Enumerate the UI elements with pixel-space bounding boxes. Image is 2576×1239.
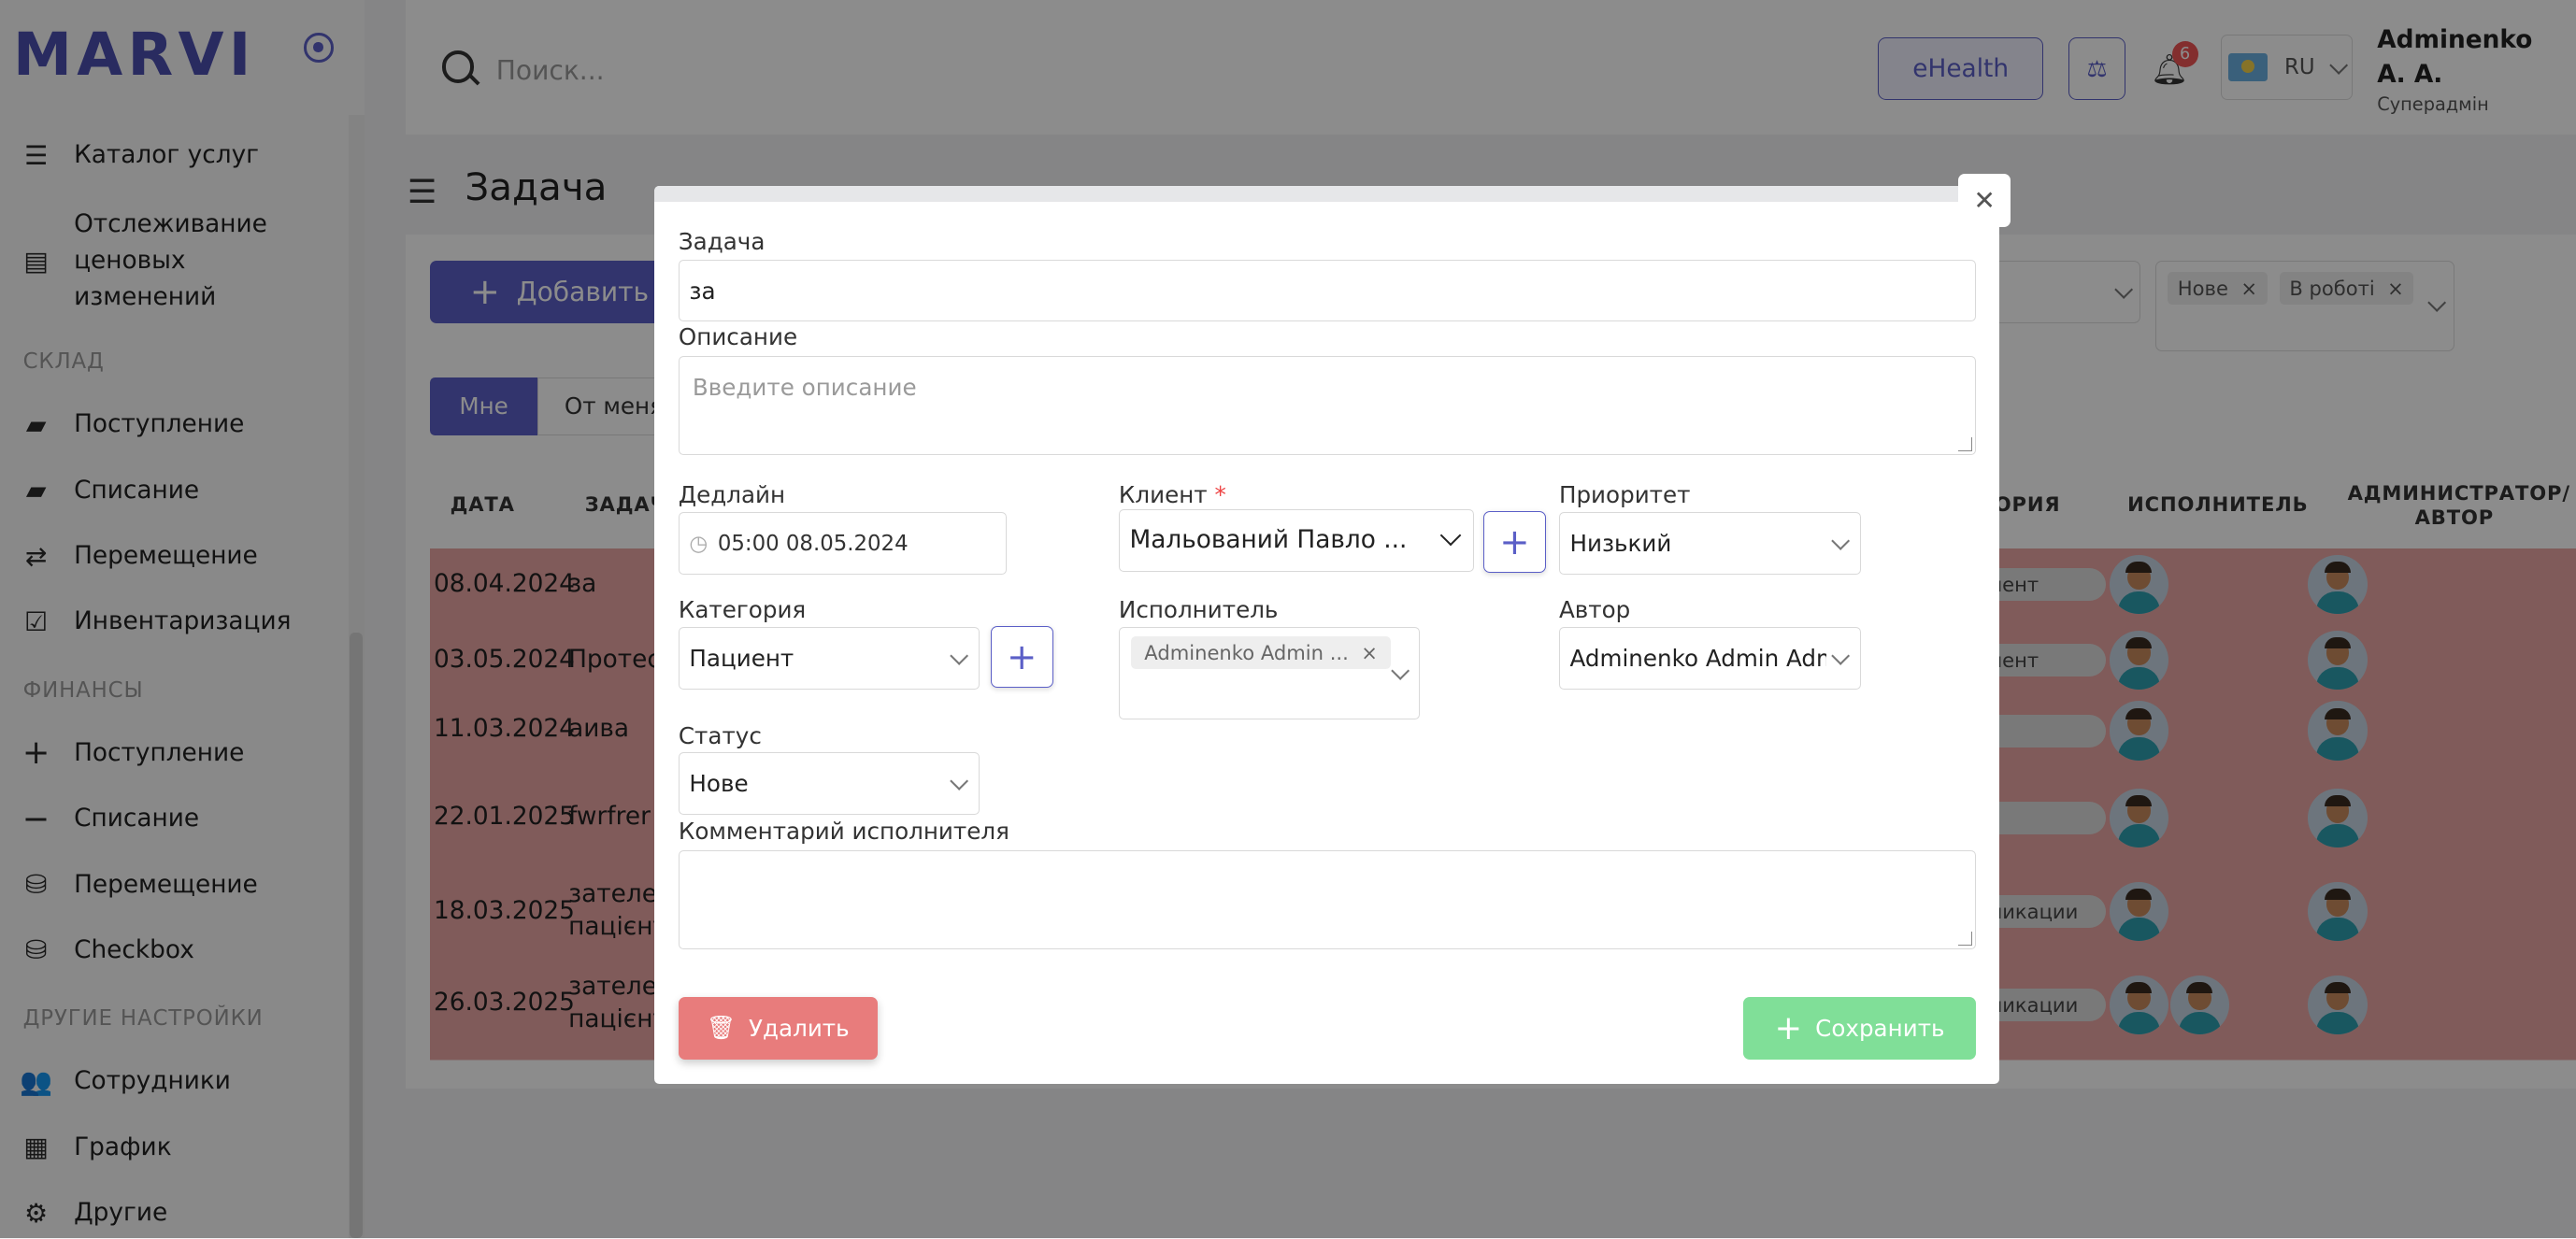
plus-icon: + — [1499, 520, 1530, 563]
delete-button-label: Удалить — [749, 1014, 850, 1042]
clock-icon: ◷ — [689, 531, 708, 556]
client-select[interactable]: Мальований Павло ... — [1118, 508, 1474, 572]
plus-icon: + — [1007, 635, 1038, 678]
task-input-value: за — [689, 277, 716, 305]
description-label: Описание — [678, 323, 798, 351]
task-label: Задача — [678, 228, 766, 256]
resize-handle-icon[interactable] — [1958, 931, 1973, 946]
executor-comment-textarea[interactable] — [678, 850, 1977, 949]
chevron-down-icon — [1831, 532, 1851, 551]
task-input[interactable]: за — [678, 259, 1977, 322]
author-label: Автор — [1558, 596, 1631, 623]
category-select[interactable]: Пациент — [678, 627, 980, 691]
trash-icon: 🗑︎ — [706, 1014, 736, 1042]
executor-label: Исполнитель — [1118, 596, 1279, 623]
executor-multiselect[interactable]: Adminenko Admin ... × — [1118, 627, 1420, 719]
chevron-down-icon — [1831, 647, 1851, 666]
category-label: Категория — [678, 596, 807, 623]
resize-handle-icon[interactable] — [1958, 436, 1973, 451]
save-button-label: Сохранить — [1815, 1014, 1945, 1042]
client-label-text: Клиент — [1118, 480, 1208, 508]
chevron-down-icon — [1439, 524, 1462, 547]
deadline-value: 05:00 08.05.2024 — [717, 531, 909, 556]
status-label: Статус — [678, 722, 762, 750]
author-select[interactable]: Adminenko Admin Adm — [1558, 627, 1862, 691]
close-button[interactable]: ✕ — [1958, 174, 2011, 227]
chevron-down-icon — [949, 647, 968, 666]
add-category-button[interactable]: + — [990, 625, 1053, 689]
plus-icon: + — [1774, 1008, 1803, 1047]
description-placeholder: Введите описание — [692, 373, 917, 401]
save-button[interactable]: + Сохранить — [1742, 996, 1977, 1060]
delete-button[interactable]: 🗑︎ Удалить — [678, 996, 878, 1060]
description-textarea[interactable]: Введите описание — [678, 356, 1977, 455]
status-select[interactable]: Нове — [678, 751, 980, 815]
modal-header-bar — [653, 185, 1999, 203]
deadline-picker[interactable]: ◷ 05:00 08.05.2024 — [678, 512, 1008, 576]
chevron-down-icon — [1391, 662, 1410, 681]
status-value: Нове — [689, 769, 749, 797]
executor-comment-label: Комментарий исполнителя — [678, 818, 1009, 846]
remove-tag-icon[interactable]: × — [1361, 641, 1378, 664]
client-value: Мальований Павло ... — [1129, 526, 1408, 555]
priority-label: Приоритет — [1558, 480, 1691, 508]
category-value: Пациент — [689, 645, 794, 673]
client-label: Клиент * — [1119, 481, 1226, 508]
close-icon: ✕ — [1973, 184, 1996, 216]
tag-label: Adminenko Admin ... — [1144, 641, 1349, 665]
required-asterisk: * — [1214, 480, 1226, 508]
add-client-button[interactable]: + — [1483, 510, 1546, 574]
priority-value: Низький — [1569, 530, 1672, 558]
chevron-down-icon — [949, 771, 968, 791]
executor-tag[interactable]: Adminenko Admin ... × — [1131, 636, 1391, 670]
deadline-label: Дедлайн — [678, 480, 786, 508]
priority-select[interactable]: Низький — [1558, 512, 1862, 576]
author-value: Adminenko Admin Adm — [1569, 645, 1826, 673]
